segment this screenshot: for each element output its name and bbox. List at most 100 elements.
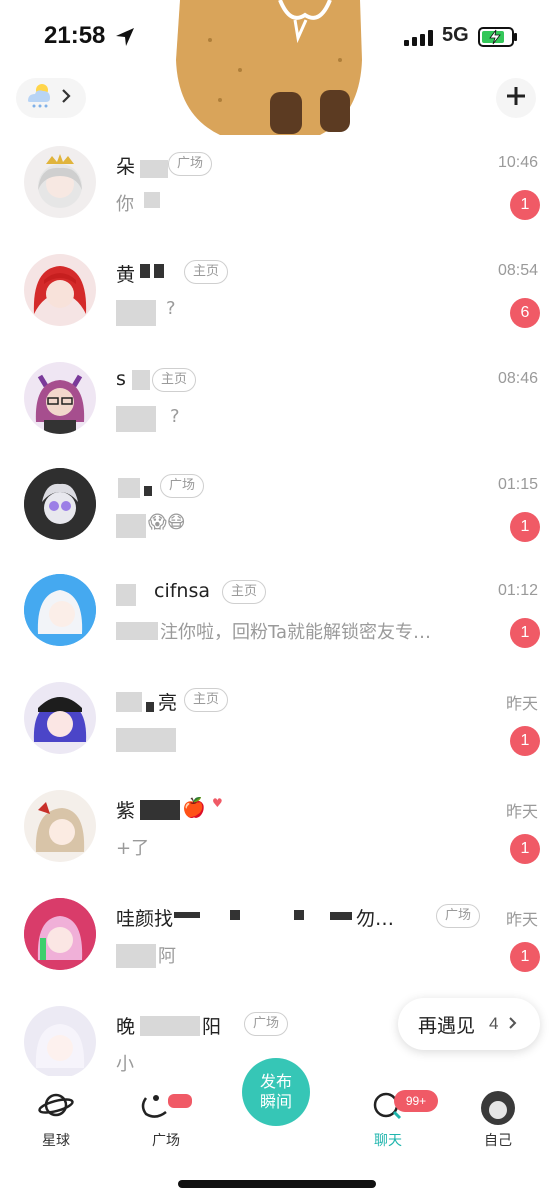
- publish-moment-button[interactable]: 发布 瞬间: [242, 1058, 310, 1126]
- chat-name: 亮: [158, 692, 178, 714]
- signal-icon: [404, 30, 434, 50]
- redaction-block: [144, 486, 152, 496]
- chat-preview: 阿: [158, 946, 176, 967]
- publish-label-line2: 瞬间: [259, 1092, 292, 1111]
- redaction-block: [116, 944, 156, 968]
- location-arrow-icon: [114, 26, 136, 52]
- chat-row[interactable]: cifnsa 主页 01:12 注你啦，回粉Ta就能解锁密友专… 1: [0, 574, 554, 680]
- avatar: [24, 1006, 96, 1078]
- chat-preview-suffix: ?: [170, 406, 180, 427]
- chat-tag: 广场: [244, 1012, 289, 1036]
- chevron-right-icon: [508, 1015, 518, 1034]
- chat-time: 昨天: [505, 912, 538, 929]
- redaction-block: [230, 910, 240, 920]
- redaction-block: [118, 478, 140, 498]
- chat-preview: 😱😷: [148, 512, 186, 533]
- chat-name: 晚: [116, 1016, 136, 1038]
- publish-label-line1: 发布: [259, 1072, 292, 1091]
- chat-row[interactable]: 黄 主页 08:54 ? 6: [0, 254, 554, 360]
- chat-time: 01:12: [497, 582, 538, 599]
- redaction-block: [116, 300, 156, 326]
- redaction-block: [330, 912, 352, 920]
- unread-badge: 6: [510, 298, 540, 328]
- chevron-right-icon: [60, 88, 72, 108]
- unread-badge: 1: [510, 726, 540, 756]
- heart-icon: ♥: [212, 796, 223, 810]
- unread-badge: 1: [510, 512, 540, 542]
- chat-time: 01:15: [497, 476, 538, 493]
- chat-name-suffix: 勿…: [356, 908, 395, 930]
- redaction-block: [146, 702, 154, 712]
- chat-name: cifnsa: [154, 580, 210, 602]
- weather-button[interactable]: [16, 78, 86, 118]
- chat-row[interactable]: 紫 🍎 ♥ 昨天 +了 1: [0, 790, 554, 896]
- tab-label: 星球: [42, 1133, 70, 1149]
- avatar: [24, 682, 96, 754]
- chat-tag: 广场: [168, 152, 213, 176]
- redaction-block: [140, 1016, 200, 1036]
- redaction-block: [140, 264, 150, 278]
- chat-tag: 主页: [152, 368, 197, 392]
- redaction-block: [116, 622, 158, 640]
- chat-name: s: [116, 368, 126, 390]
- redaction-block: [132, 370, 150, 390]
- chat-name: 紫: [116, 800, 136, 822]
- reencounter-button[interactable]: 再遇见 4: [398, 998, 540, 1050]
- avatar: [24, 254, 96, 326]
- chat-time: 昨天: [505, 804, 538, 821]
- redaction-block: [116, 514, 146, 538]
- chat-name: 哇颜找: [116, 908, 174, 930]
- tab-me[interactable]: 自己: [458, 1090, 538, 1150]
- chat-name-emoji: 🍎: [182, 797, 206, 819]
- chat-row[interactable]: 哇颜找 勿… 广场 昨天 阿 1: [0, 898, 554, 1004]
- avatar: [24, 468, 96, 540]
- unread-badge: 1: [510, 190, 540, 220]
- chat-name-suffix: 阳: [202, 1016, 222, 1038]
- avatar: [24, 146, 96, 218]
- tab-label: 广场: [152, 1133, 180, 1149]
- redaction-block: [116, 728, 176, 752]
- chat-tag: 主页: [222, 580, 267, 604]
- avatar: [24, 898, 96, 970]
- network-type: 5G: [442, 24, 469, 46]
- chat-time: 08:54: [497, 262, 538, 279]
- battery-icon: [478, 27, 518, 51]
- chat-row[interactable]: 朵 广场 10:46 你 1: [0, 146, 554, 252]
- chat-preview: 你: [116, 194, 134, 215]
- avatar: [480, 1091, 516, 1130]
- avatar: [24, 362, 96, 434]
- chat-tag: 广场: [436, 904, 481, 928]
- avatar: [24, 790, 96, 862]
- redaction-block: [154, 264, 164, 278]
- add-button[interactable]: [496, 78, 536, 118]
- redaction-block: [116, 406, 156, 432]
- chat-row[interactable]: s 主页 08:46 ?: [0, 362, 554, 468]
- chat-time: 08:46: [497, 370, 538, 387]
- tab-planet[interactable]: 星球: [16, 1090, 96, 1150]
- chat-preview: 小: [116, 1054, 134, 1075]
- status-time: 21:58: [44, 22, 106, 49]
- redaction-block: [140, 160, 168, 178]
- chat-name: 黄: [116, 264, 136, 286]
- chat-preview: +了: [116, 838, 150, 859]
- redaction-block: [174, 912, 200, 918]
- redaction-block: [116, 692, 142, 712]
- tab-label: 自己: [484, 1133, 512, 1149]
- capybara-mascot-illustration: [170, 0, 370, 140]
- chat-row[interactable]: 广场 01:15 😱😷 1: [0, 468, 554, 574]
- chat-tag: 广场: [160, 474, 205, 498]
- chat-preview: 注你啦，回粉Ta就能解锁密友专…: [160, 622, 432, 643]
- reencounter-count: 4: [489, 1014, 499, 1033]
- avatar: [24, 574, 96, 646]
- tab-square[interactable]: 广场: [126, 1090, 206, 1150]
- chat-row[interactable]: 亮 主页 昨天 1: [0, 682, 554, 788]
- unread-badge: 1: [510, 942, 540, 972]
- redaction-block: [144, 192, 160, 208]
- redaction-block: [116, 584, 136, 606]
- cloud-snow-icon: [24, 83, 54, 113]
- chat-unread-badge: 99+: [394, 1090, 438, 1112]
- chat-name: 朵: [116, 156, 136, 178]
- home-indicator: [178, 1180, 376, 1188]
- planet-icon: [38, 1093, 74, 1124]
- unread-badge: 1: [510, 834, 540, 864]
